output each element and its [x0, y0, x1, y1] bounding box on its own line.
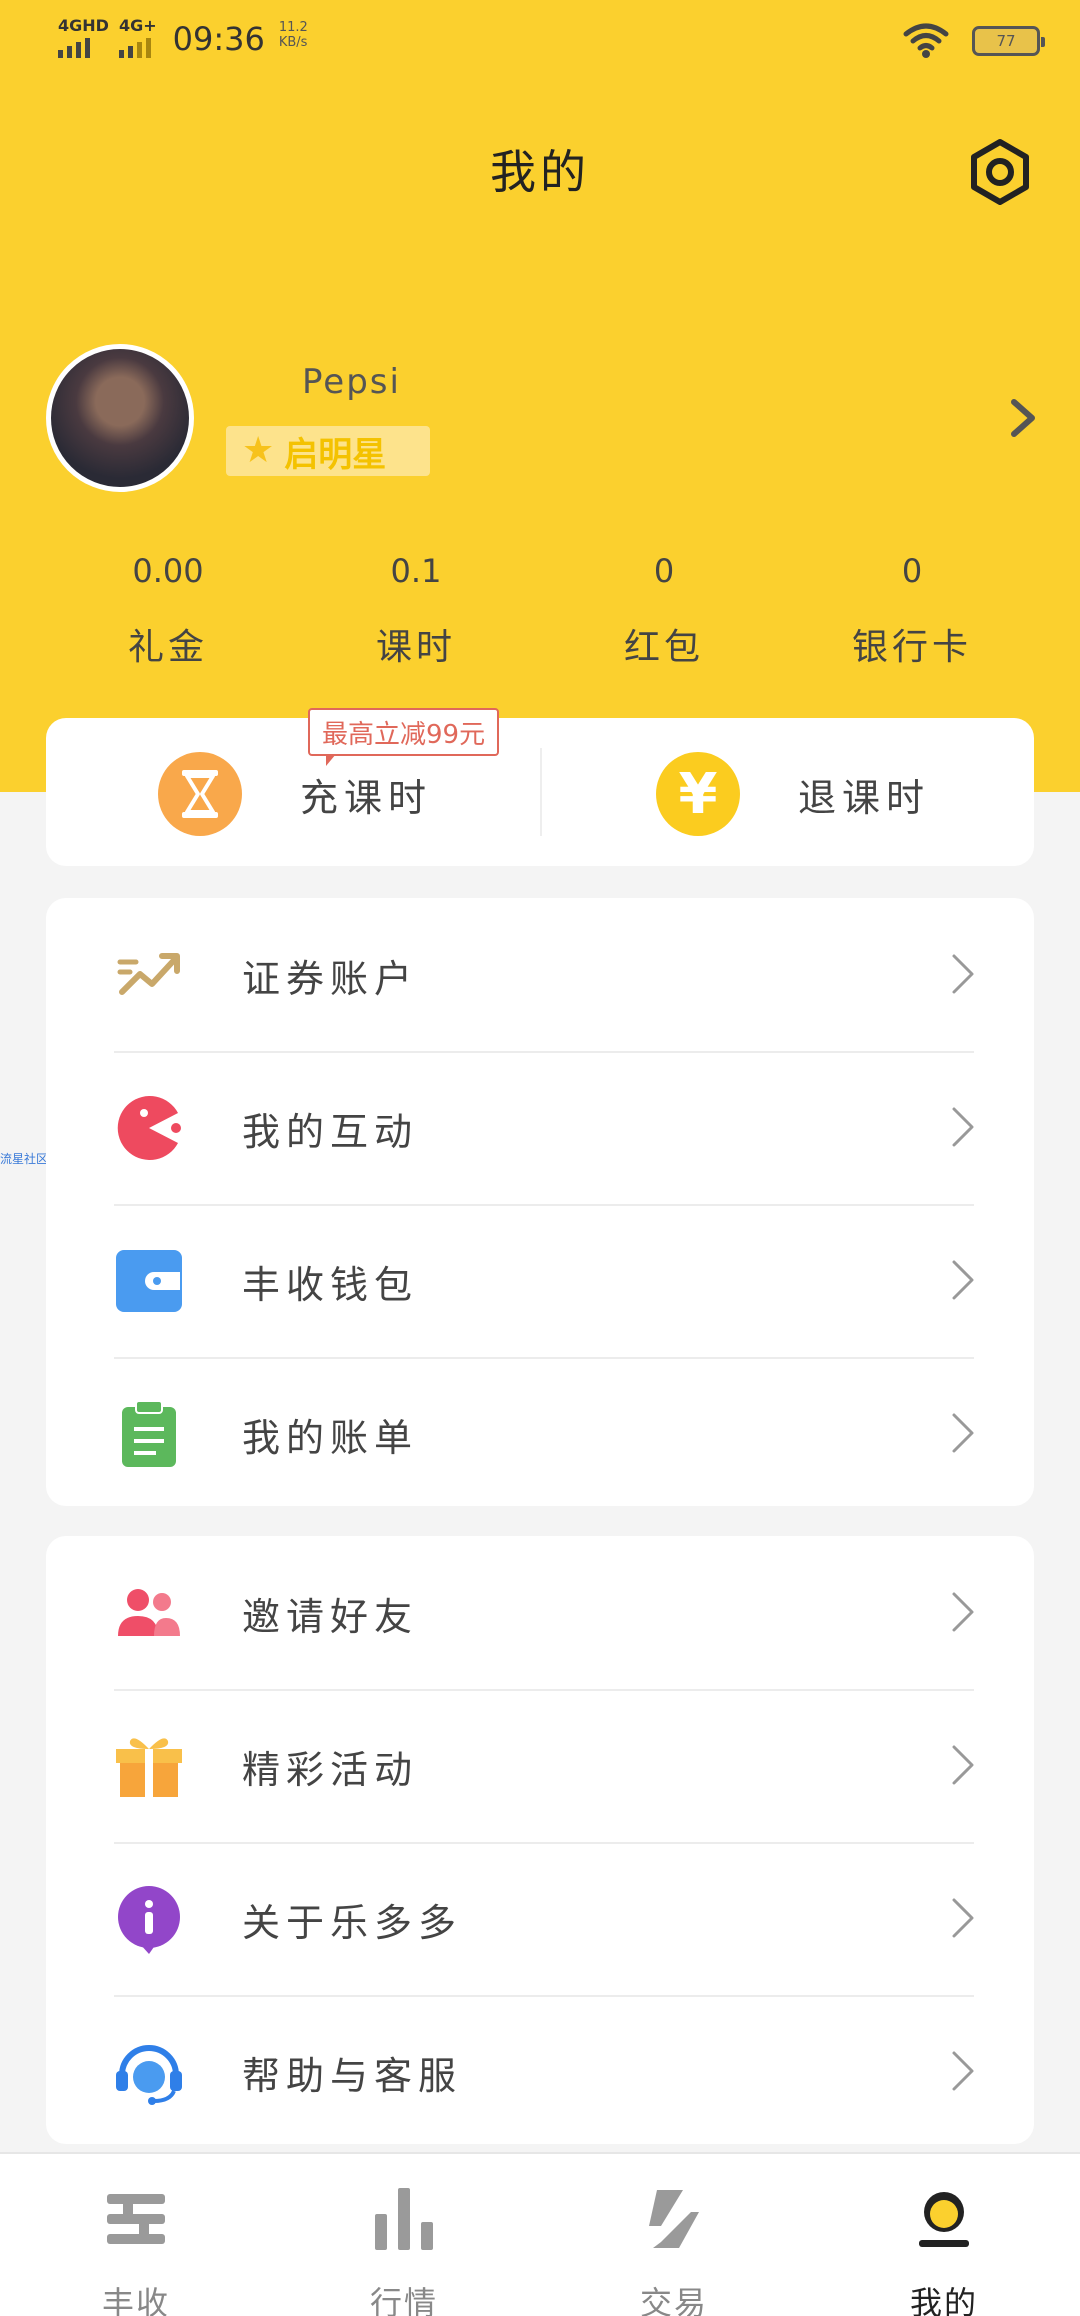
- info-icon: [118, 1886, 180, 1954]
- page-title: 我的: [490, 145, 590, 199]
- signal-bars-icon: [58, 36, 90, 58]
- tab-label: 行情: [369, 2284, 438, 2316]
- yen-icon: ¥: [656, 752, 740, 836]
- side-floating-label[interactable]: 流星社区: [0, 1150, 48, 1167]
- refund-hours-label: 退课时: [798, 775, 931, 820]
- username: Pepsi: [302, 362, 401, 402]
- stat-label: 课时: [375, 627, 456, 668]
- hourglass-icon: [158, 752, 242, 836]
- refund-hours-button[interactable]: ¥ 退课时: [656, 752, 930, 836]
- avatar[interactable]: [46, 344, 194, 492]
- menu-item-label: 关于乐多多: [242, 1901, 463, 1945]
- promo-tag: 最高立减99元: [308, 708, 500, 766]
- menu-item-invite-friends[interactable]: 邀请好友: [46, 1536, 1034, 1689]
- status-bar: 4GHD 4G+ 09:36 11.2 KB/s 77: [0, 0, 1080, 80]
- stat-value: 0: [653, 552, 675, 590]
- friends-icon: [118, 1589, 180, 1636]
- network-speed-unit: KB/s: [278, 35, 308, 50]
- chevron-right-icon: [952, 1745, 974, 1785]
- recharge-hours-label: 充课时: [300, 775, 433, 820]
- headset-icon: [116, 2045, 182, 2105]
- stat-value: 0: [901, 552, 923, 590]
- level-badge: ★ 启明星: [226, 426, 430, 476]
- level-badge-label: 启明星: [284, 434, 387, 475]
- tab-harvest[interactable]: 丰收: [46, 2184, 226, 2316]
- bottom-tab-bar: 丰收 行情 交易 我的: [0, 2152, 1080, 2316]
- gift-icon: [116, 1738, 182, 1797]
- chevron-right-icon: [952, 1107, 974, 1147]
- stat-red-packet[interactable]: 0 红包: [544, 552, 784, 670]
- stat-label: 银行卡: [851, 627, 972, 668]
- tab-market[interactable]: 行情: [314, 2184, 494, 2316]
- account-stats: 0.00 礼金 0.1 课时 0 红包 0 银行卡: [0, 552, 1080, 672]
- stat-class-hours[interactable]: 0.1 课时: [296, 552, 536, 670]
- menu-item-activities[interactable]: 精彩活动: [46, 1689, 1034, 1842]
- wallet-icon: [116, 1250, 182, 1312]
- tab-label: 交易: [639, 2284, 708, 2316]
- status-time: 09:36: [172, 20, 265, 58]
- tab-mine[interactable]: 我的: [854, 2184, 1034, 2316]
- tab-label: 丰收: [101, 2284, 170, 2316]
- signal-bars-icon: [118, 36, 151, 58]
- menu-item-label: 帮助与客服: [242, 2054, 463, 2098]
- stat-value: 0.1: [390, 552, 442, 590]
- harvest-icon: [107, 2194, 165, 2244]
- network-speed: 11.2 KB/s: [279, 20, 308, 50]
- menu-item-securities-account[interactable]: 证券账户: [46, 898, 1034, 1051]
- chevron-right-icon: [952, 1898, 974, 1938]
- trade-icon: [649, 2190, 699, 2248]
- profile-icon: [919, 2192, 969, 2247]
- stat-bank-card[interactable]: 0 银行卡: [792, 552, 1032, 670]
- menu-group-account: 证券账户 我的互动 丰收钱包 我的账单: [46, 898, 1034, 1506]
- settings-hexagon-icon[interactable]: [964, 136, 1036, 208]
- chevron-right-icon: [952, 954, 974, 994]
- signal-1: 4GHD: [58, 18, 109, 58]
- course-hours-card: 充课时 最高立减99元 ¥ 退课时: [46, 708, 1034, 866]
- network-speed-value: 11.2: [278, 20, 308, 35]
- chevron-right-icon: [952, 1413, 974, 1453]
- bar-chart-icon: [375, 2188, 433, 2250]
- menu-item-label: 我的账单: [242, 1416, 419, 1460]
- chevron-right-icon: [952, 1592, 974, 1632]
- battery-level: 77: [996, 32, 1016, 50]
- trend-chart-icon: [117, 953, 180, 995]
- stat-label: 礼金: [127, 627, 208, 668]
- menu-item-label: 精彩活动: [242, 1748, 419, 1792]
- menu-item-my-bills[interactable]: 我的账单: [46, 1357, 1034, 1510]
- signal-1-label: 4GHD: [58, 16, 109, 35]
- tab-label: 我的: [909, 2284, 978, 2316]
- menu-item-label: 证券账户: [242, 957, 419, 1001]
- menu-item-label: 丰收钱包: [242, 1263, 419, 1307]
- stat-gift-money[interactable]: 0.00 礼金: [48, 552, 288, 670]
- yen-symbol: ¥: [678, 761, 718, 827]
- menu-item-label: 邀请好友: [242, 1595, 419, 1639]
- divider: [540, 748, 542, 836]
- stat-value: 0.00: [132, 552, 204, 590]
- signal-2-label: 4G+: [118, 16, 157, 35]
- stat-label: 红包: [623, 627, 704, 668]
- menu-item-about[interactable]: 关于乐多多: [46, 1842, 1034, 1995]
- pacman-icon: [117, 1096, 181, 1160]
- menu-item-label: 我的互动: [242, 1110, 419, 1154]
- chevron-right-icon: [952, 1260, 974, 1300]
- tab-trade[interactable]: 交易: [584, 2184, 764, 2316]
- profile-chevron-right-icon[interactable]: [1008, 396, 1038, 440]
- battery-icon: 77: [972, 26, 1045, 56]
- menu-item-wallet[interactable]: 丰收钱包: [46, 1204, 1034, 1357]
- clipboard-icon: [122, 1400, 176, 1467]
- wifi-icon: [903, 23, 949, 58]
- recharge-hours-button[interactable]: 充课时: [158, 752, 432, 836]
- menu-item-help-support[interactable]: 帮助与客服: [46, 1995, 1034, 2148]
- chevron-right-icon: [952, 2051, 974, 2091]
- star-icon: ★: [242, 430, 275, 471]
- signal-2: 4G+: [118, 16, 157, 58]
- menu-item-my-interactions[interactable]: 我的互动: [46, 1051, 1034, 1204]
- menu-group-more: 邀请好友 精彩活动 关于乐多多 帮助与客服: [46, 1536, 1034, 2144]
